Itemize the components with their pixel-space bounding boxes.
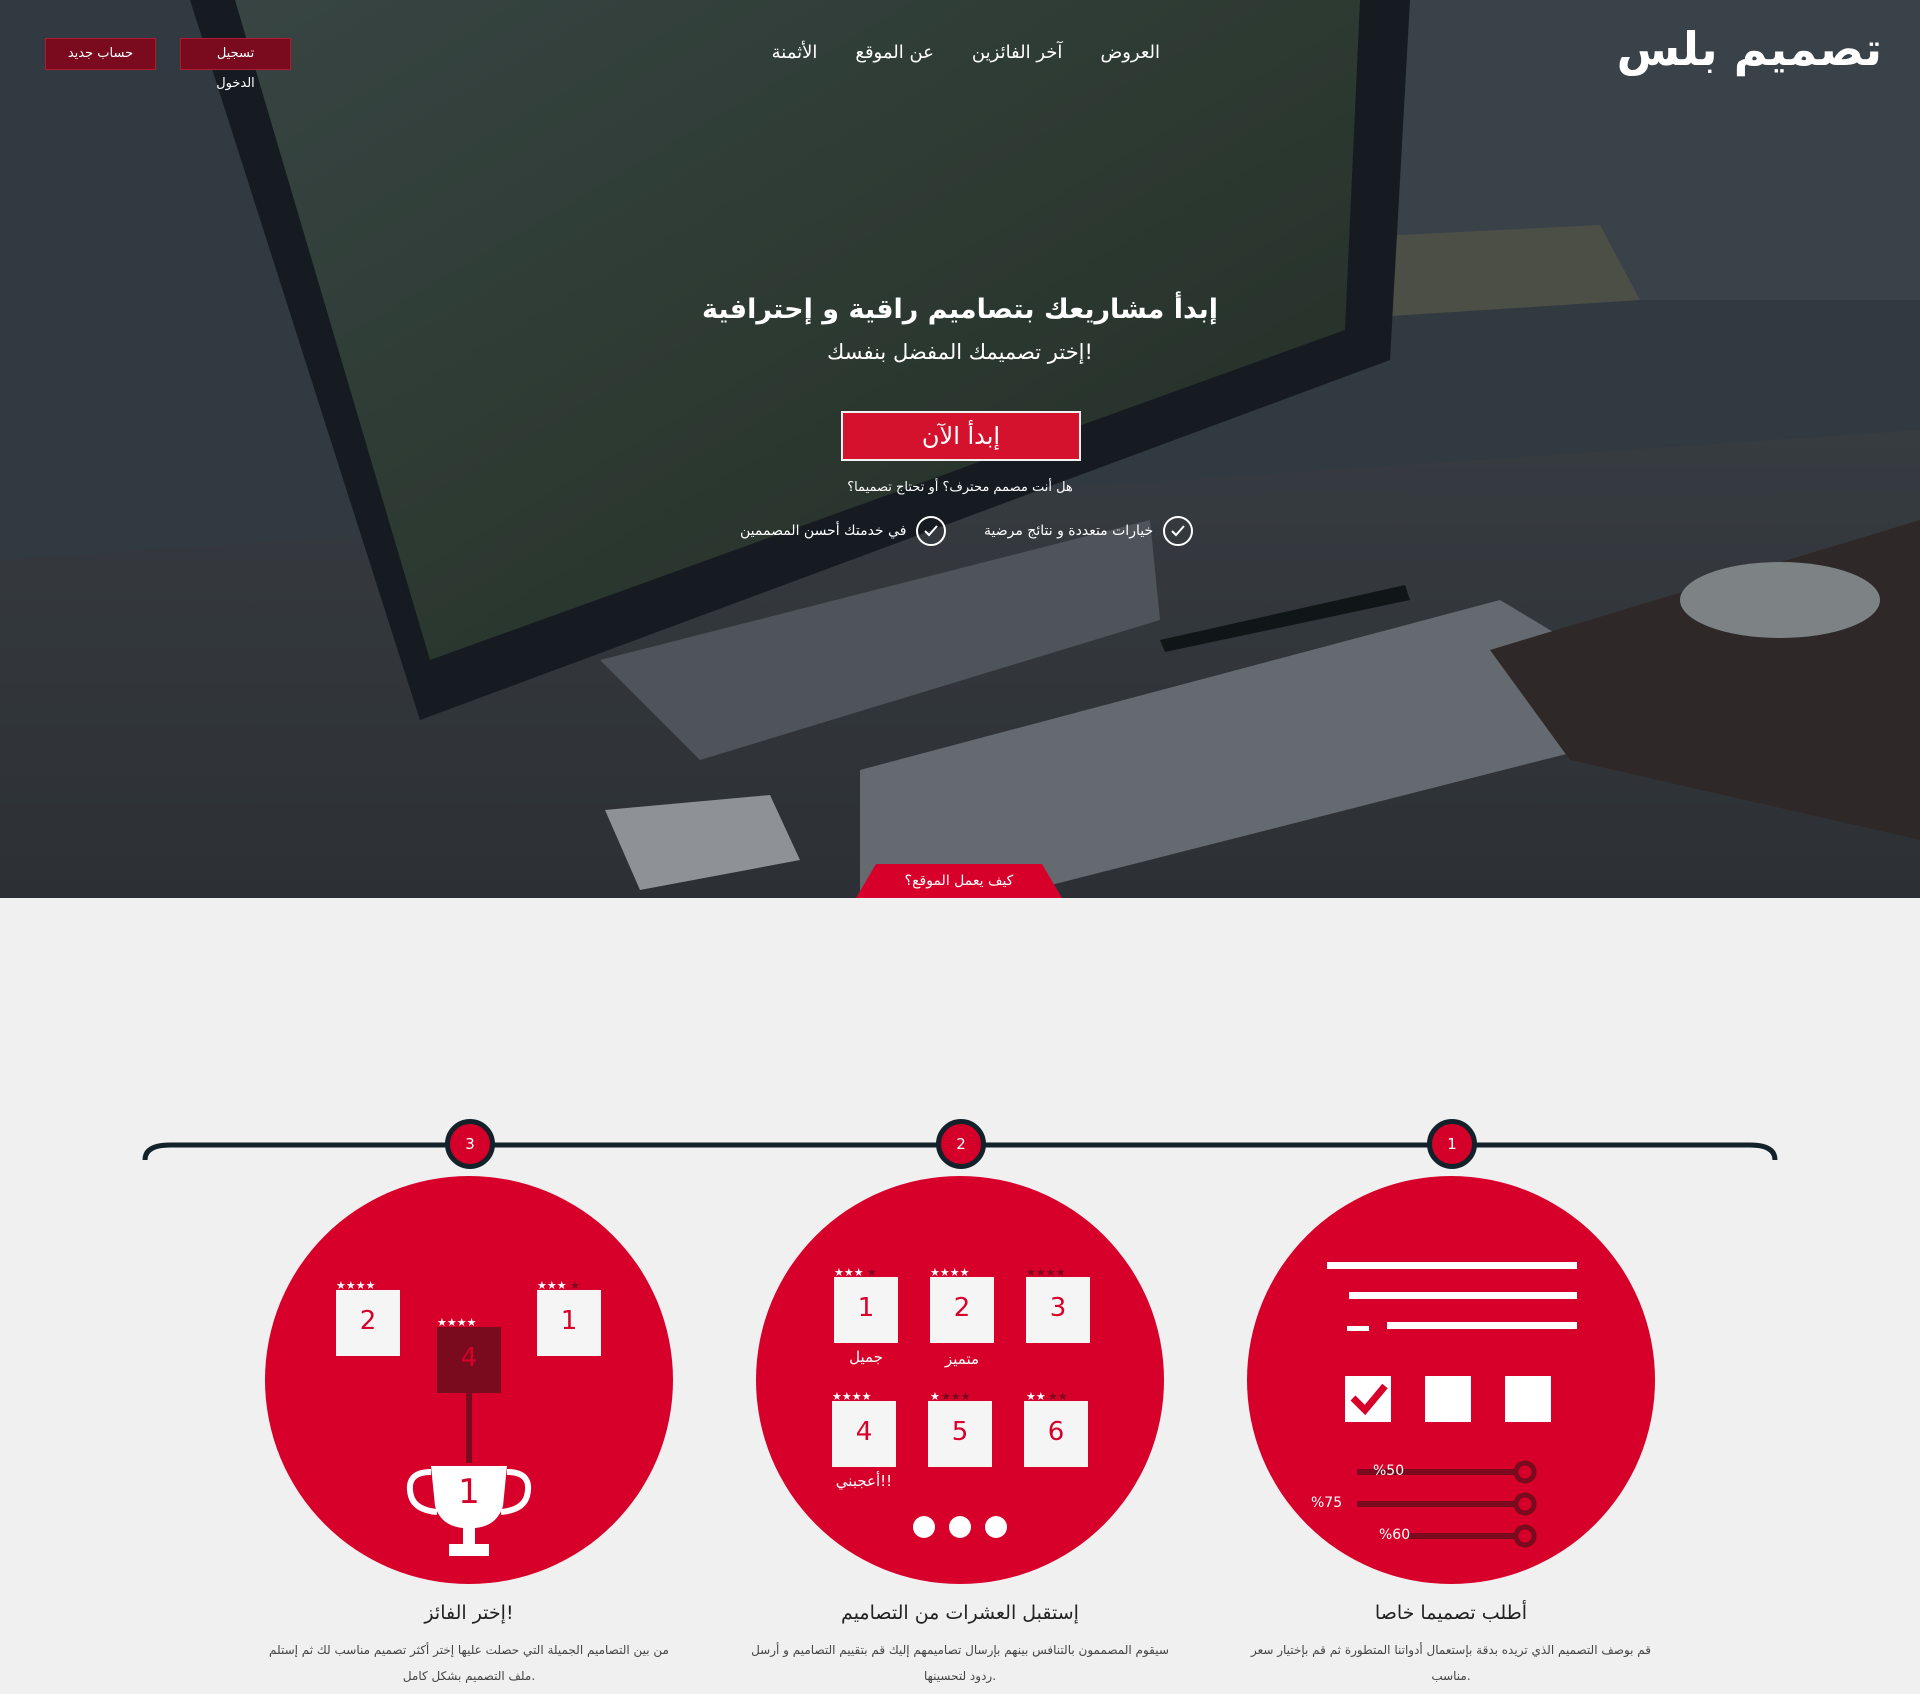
feature-item: في خدمتك أحسن المصممين [740,516,947,546]
designer-question-link[interactable]: هل أنت مصمم محترف؟ أو تحتاج تصميما؟ [0,480,1920,495]
start-now-button[interactable]: إبدأ الآن [841,411,1081,461]
step-number-3: 3 [445,1119,495,1169]
feature-label: في خدمتك أحسن المصممين [740,523,907,539]
step-3-text: من بين التصاميم الجميلة التي حصلت عليها … [269,1643,669,1683]
feature-item: خيارات متعددة و نتائج مرضية [984,516,1194,546]
nav-item-pricing[interactable]: الأثمنة [772,42,818,63]
signup-button[interactable]: حساب جديد [45,38,156,70]
nav-item-about[interactable]: عن الموقع [855,42,934,63]
design-card-number: 5 [951,1417,969,1447]
step-1-title: أطلب تصميما خاصا [1374,1602,1528,1624]
design-card-label: أعجبني!! [835,1472,893,1490]
step-3-illustration: ★★★★ ★★★ ★ ★★★★ 2 1 4 1 [265,1176,673,1584]
design-card-number: 3 [1049,1293,1067,1323]
step-2-illustration: ★★★ ★ ★★★★ ★★★★ ★★★★ ★ ★★★ ★★ ★★ 1 2 3 4 5 … [756,1176,1164,1584]
nav-item-offers[interactable]: العروض [1100,42,1160,63]
slider-percent: %75 [1311,1495,1343,1511]
feature-label: خيارات متعددة و نتائج مرضية [984,523,1154,539]
trophy-icon: 1 [458,1472,480,1512]
main-nav: العروض آخر الفائزين عن الموقع الأثمنة [772,42,1160,63]
step-2-text: سيقوم المصممون بالتنافس بينهم بإرسال تصا… [751,1643,1169,1683]
winner-icon: ★★★★ ★★★ ★ ★★★★ [336,1279,601,1556]
design-cards-icon: ★★★ ★ ★★★★ ★★★★ ★★★★ ★ ★★★ ★★ ★★ [832,1266,1090,1538]
step-3-title: إختر الفائز! [424,1602,514,1624]
request-form-icon [1327,1262,1577,1548]
design-card-number: 1 [857,1293,875,1323]
login-button[interactable]: تسجيل الدخول [180,38,291,91]
step-1-illustration: %50 %75 %60 [1247,1176,1655,1584]
step-number-1: 1 [1427,1119,1477,1169]
check-circle-icon [1163,516,1194,546]
hero-section: تصميم بلس العروض آخر الفائزين عن الموقع … [0,0,1920,898]
slider-percent: %50 [1373,1463,1405,1479]
design-card-label: جميل [849,1348,883,1366]
nav-item-winners[interactable]: آخر الفائزين [972,42,1063,63]
design-card-label: متميز [944,1350,980,1368]
design-card-number: 2 [953,1293,971,1323]
check-circle-icon [916,516,947,546]
design-card-number: 4 [855,1417,873,1447]
slider-percent: %60 [1379,1527,1411,1543]
hero-subheadline: إختر تصميمك المفضل بنفسك! [827,340,1093,364]
how-it-works-tab[interactable]: كيف يعمل الموقع؟ [856,864,1062,898]
hero-headline: إبدأ مشاريعك بتصاميم راقية و إحترافية [702,294,1218,325]
how-it-works-label: كيف يعمل الموقع؟ [904,873,1014,889]
winner-card-number: 2 [359,1306,377,1336]
auth-buttons: حساب جديد تسجيل الدخول [45,38,291,91]
step-number-2: 2 [936,1119,986,1169]
step-2-title: إستقبل العشرات من التصاميم [841,1602,1079,1624]
step-1-text: قم بوصف التصميم الذي تريده بدقة بإستعمال… [1250,1643,1652,1683]
design-card-number: 6 [1047,1417,1065,1447]
winner-card-number: 1 [560,1306,578,1336]
winner-card-number: 4 [460,1343,478,1373]
site-logo[interactable]: تصميم بلس [1617,22,1883,76]
